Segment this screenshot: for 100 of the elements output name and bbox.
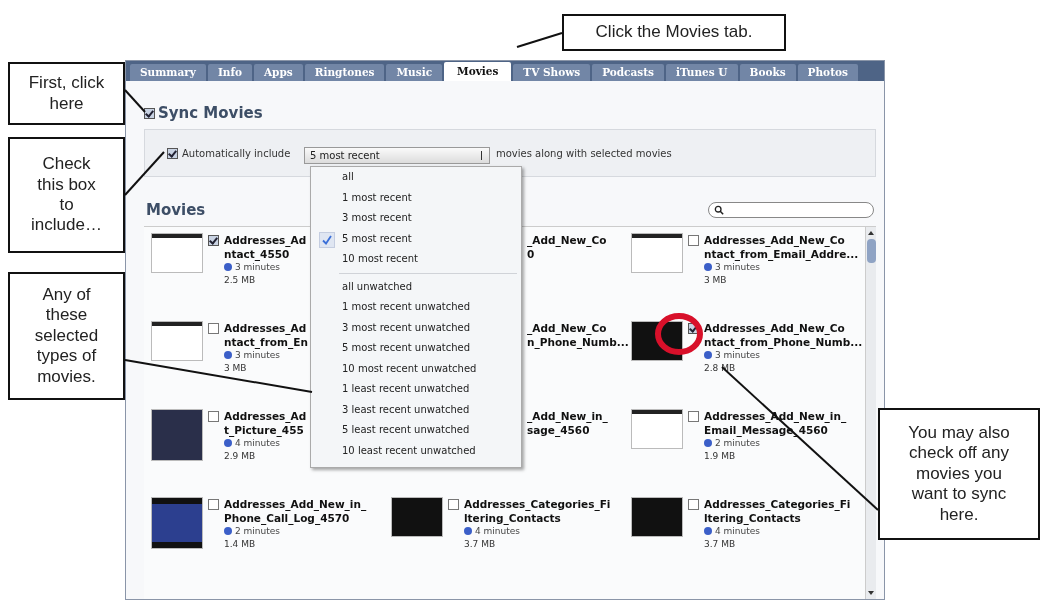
menu-item[interactable]: 5 most recent	[311, 228, 521, 249]
search-icon	[714, 205, 724, 215]
dot-icon	[704, 351, 712, 359]
callout-box: Click the Movies tab.	[562, 14, 786, 51]
movie-title: Addresses_Ad	[224, 321, 308, 335]
checkbox[interactable]	[688, 323, 699, 334]
checkbox[interactable]	[208, 235, 219, 246]
tab[interactable]: Ringtones	[304, 64, 385, 81]
movie-title: Addresses_Add_New_in_	[224, 497, 367, 511]
movie-title: Addresses_Add_New_Co	[704, 233, 846, 247]
dot-icon	[704, 527, 712, 535]
dot-icon	[224, 527, 232, 535]
duration: 3 minutes	[235, 350, 281, 360]
movie-title: Addresses_Categories_Fi	[464, 497, 611, 511]
dot-icon	[224, 439, 232, 447]
section-title: Movies	[146, 201, 206, 219]
scroll-down-icon[interactable]	[868, 591, 874, 595]
duration: 4 minutes	[235, 438, 281, 448]
dropdown[interactable]: 5 most recent	[304, 146, 490, 164]
movie-title: Addresses_Add_New_Co	[704, 321, 846, 335]
duration: 4 minutes	[475, 526, 521, 536]
video-thumbnail	[151, 233, 203, 273]
tab[interactable]: iTunes U	[666, 64, 738, 81]
scroll-up-icon[interactable]	[868, 231, 874, 235]
duration: 2 minutes	[235, 526, 281, 536]
menu-item[interactable]: 1 most recent	[311, 187, 521, 208]
leader-line	[124, 89, 146, 113]
leader-line	[516, 32, 563, 48]
checkbox[interactable]	[144, 107, 155, 119]
section-title: Sync Movies	[158, 104, 263, 122]
menu-item[interactable]: all	[311, 167, 521, 188]
checkbox[interactable]	[167, 147, 178, 159]
video-thumbnail	[151, 497, 203, 549]
scrollbar[interactable]	[865, 227, 876, 599]
tab[interactable]: Music	[386, 64, 443, 81]
menu-item[interactable]: 3 most recent	[311, 208, 521, 229]
tab[interactable]: Movies	[444, 62, 512, 81]
menu-item[interactable]: 10 least recent unwatched	[311, 440, 521, 461]
menu-item[interactable]: 5 most recent unwatched	[311, 338, 521, 359]
checkbox[interactable]	[208, 411, 219, 422]
dot-icon	[704, 263, 712, 271]
callout-box: Check this box to include…	[8, 137, 125, 253]
movie-title: Addresses_Categories_Fi	[704, 497, 851, 511]
movie-title: ntact_from_Phone_Numb...	[704, 335, 863, 349]
photo-placeholder	[151, 409, 203, 461]
menu-item[interactable]: 1 least recent unwatched	[311, 379, 521, 400]
menu-item[interactable]: 10 most recent	[311, 249, 521, 270]
tab[interactable]: Photos	[797, 64, 858, 81]
tab[interactable]: Summary	[130, 64, 206, 81]
tab[interactable]: Books	[739, 64, 796, 81]
duration: 3 minutes	[235, 262, 281, 272]
file-size: 3.7 MB	[704, 539, 737, 549]
tab[interactable]: Apps	[253, 64, 303, 81]
video-thumbnail	[631, 497, 683, 537]
movie-title: Addresses_Ad	[224, 233, 307, 247]
duration: 2 minutes	[715, 438, 761, 448]
movie-title: ntact_from_Email_Addre...	[704, 247, 859, 261]
menu-item[interactable]: 5 least recent unwatched	[311, 420, 521, 441]
callout-box: First, click here	[8, 62, 125, 125]
tab[interactable]: Info	[207, 64, 252, 81]
leader-line	[124, 151, 165, 196]
menu-item[interactable]: 10 most recent unwatched	[311, 358, 521, 379]
menu-item[interactable]: 3 least recent unwatched	[311, 399, 521, 420]
movie-title: ntact_from_En	[224, 335, 308, 349]
checkbox[interactable]	[208, 323, 219, 334]
movie-title: ltering_Contacts	[464, 511, 562, 525]
movie-title: sage_4560	[527, 423, 591, 437]
video-thumbnail	[391, 497, 443, 537]
duration: 3 minutes	[715, 350, 761, 360]
tab[interactable]: TV Shows	[513, 64, 591, 81]
movie-title: _Add_New_Co	[527, 233, 607, 247]
movie-title: _Add_New_in_	[527, 409, 608, 423]
menu-item[interactable]: all unwatched	[311, 276, 521, 297]
dot-icon	[224, 263, 232, 271]
dot-icon	[224, 351, 232, 359]
duration: 4 minutes	[715, 526, 761, 536]
movie-title: 0	[527, 247, 536, 261]
checkbox[interactable]	[688, 411, 699, 422]
file-size: 2.9 MB	[224, 451, 257, 461]
tab[interactable]: Podcasts	[592, 64, 664, 81]
movie-title: ltering_Contacts	[704, 511, 802, 525]
search-field[interactable]	[708, 202, 874, 218]
video-thumbnail	[631, 233, 683, 273]
movie-title: Addresses_Ad	[224, 409, 307, 423]
duration: 3 minutes	[715, 262, 761, 272]
file-size: 2.8 MB	[704, 363, 737, 373]
label: movies along with selected movies	[496, 147, 672, 159]
scroll-thumb[interactable]	[866, 239, 876, 263]
dot-icon	[464, 527, 472, 535]
checkbox[interactable]	[688, 499, 699, 510]
file-size: 3 MB	[224, 363, 248, 373]
file-size: 2.5 MB	[224, 275, 257, 285]
checkbox[interactable]	[688, 235, 699, 246]
file-size: 1.9 MB	[704, 451, 737, 461]
callout-box: You may also check off any movies you want to sync here.	[878, 408, 1040, 540]
menu-item[interactable]: 3 most recent unwatched	[311, 317, 521, 338]
checkbox[interactable]	[208, 499, 219, 510]
checkbox[interactable]	[448, 499, 459, 510]
menu-item[interactable]: 1 most recent unwatched	[311, 297, 521, 318]
file-size: 3.7 MB	[464, 539, 497, 549]
